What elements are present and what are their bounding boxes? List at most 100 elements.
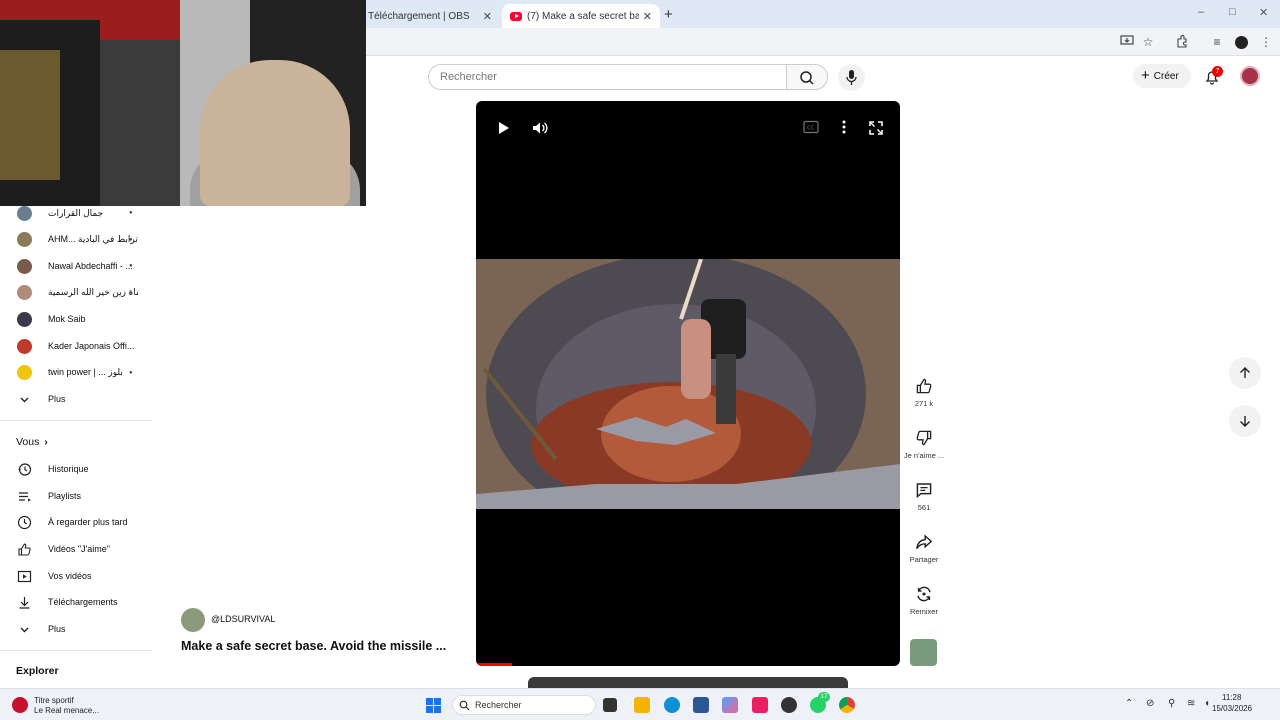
voice-search-button[interactable] — [838, 64, 865, 91]
chrome-icon[interactable] — [839, 697, 855, 713]
thumb-up-icon — [18, 542, 31, 556]
edge-icon[interactable] — [664, 697, 680, 713]
sidebar-section-you[interactable]: Vous › — [16, 436, 48, 448]
sidebar-item-subscription[interactable]: قناة زين خير الله الرسمية ● — [0, 280, 152, 306]
volume-icon[interactable] — [531, 119, 549, 137]
comment-icon — [916, 483, 932, 499]
shorts-player[interactable]: CC — [476, 101, 900, 666]
progress-bar[interactable] — [476, 663, 513, 666]
new-tab-button[interactable]: + — [664, 6, 673, 23]
sidebar-item-watch-later[interactable]: À regarder plus tard — [0, 509, 152, 535]
fullscreen-icon[interactable] — [868, 120, 884, 136]
install-icon[interactable] — [1119, 34, 1135, 50]
like-action: 271 k — [902, 368, 946, 408]
close-icon[interactable]: ✕ — [643, 10, 652, 23]
microphone-icon[interactable]: ⚲ — [1168, 698, 1175, 709]
remix-label: Remixer — [910, 607, 938, 616]
thumb-down-icon — [916, 430, 932, 446]
sidebar-item-label: AHM... ترابط في البادية — [48, 234, 138, 245]
sidebar-item-more-you[interactable]: Plus — [0, 616, 152, 642]
sidebar-item-history[interactable]: Historique — [0, 456, 152, 482]
sidebar-item-playlists[interactable]: Playlists — [0, 483, 152, 509]
live-dot-icon: ● — [129, 236, 133, 243]
star-icon[interactable]: ☆ — [1140, 34, 1156, 50]
search-icon — [459, 700, 470, 711]
profile-icon[interactable] — [1235, 36, 1248, 49]
capcut-icon[interactable] — [752, 697, 768, 713]
channel-handle[interactable]: @LDSURVIVAL — [211, 614, 275, 624]
search-input[interactable]: Rechercher — [428, 64, 786, 90]
file-explorer-icon[interactable] — [634, 697, 650, 713]
sidebar-item-liked-videos[interactable]: Vidéos "J'aime" — [0, 536, 152, 562]
news-widget[interactable]: Titre sportif Le Real menace... — [10, 694, 130, 718]
sidebar-item-label: Nawal Abdechaffi - ... — [48, 261, 133, 272]
close-icon[interactable]: ✕ — [483, 10, 492, 23]
remix-action: Remixer — [902, 576, 946, 616]
media-controls-icon[interactable]: ≡ — [1209, 34, 1225, 50]
video-title[interactable]: Make a safe secret base. Avoid the missi… — [181, 639, 471, 653]
thumb-up-icon — [916, 378, 932, 394]
share-label: Partager — [909, 555, 939, 564]
sidebar-item-your-videos[interactable]: Vos vidéos — [0, 563, 152, 589]
webcam-overlay — [0, 0, 366, 206]
sidebar-item-label: جمال القرارات — [48, 207, 104, 218]
speaker-icon[interactable]: ◖ — [1204, 698, 1210, 709]
news-title: Titre sportif — [34, 696, 74, 705]
sidebar-item-subscription[interactable]: twin power | ... بلوز ● — [0, 360, 152, 386]
live-dot-icon: ● — [129, 289, 133, 296]
search-button[interactable] — [786, 64, 828, 90]
wifi-icon[interactable]: ≋ — [1187, 698, 1195, 709]
tab-title: (7) Make a safe secret base. Avoid — [527, 10, 639, 22]
sidebar-item-label: Vidéos "J'aime" — [48, 544, 110, 554]
sidebar-item-subscription[interactable]: Kader Japonais Offi... — [0, 333, 152, 359]
next-short-button[interactable] — [1229, 405, 1261, 437]
taskbar-date[interactable]: 15/03/2026 — [1212, 704, 1252, 713]
play-icon[interactable] — [494, 119, 512, 137]
store-icon[interactable] — [693, 697, 709, 713]
sound-thumbnail[interactable] — [910, 639, 937, 666]
chevron-down-icon — [20, 627, 29, 632]
taskbar-time[interactable]: 11:28 — [1222, 693, 1241, 702]
minimize-button[interactable]: – — [1198, 6, 1204, 18]
maximize-button[interactable]: □ — [1229, 6, 1236, 18]
video-icon — [17, 570, 32, 582]
comment-count: 561 — [917, 503, 931, 512]
tab-youtube[interactable]: (7) Make a safe secret base. Avoid ✕ — [502, 4, 660, 28]
section-title: Vous — [16, 436, 40, 448]
account-avatar[interactable] — [1240, 66, 1260, 86]
history-icon — [18, 462, 32, 476]
channel-avatar[interactable] — [181, 608, 205, 632]
sidebar-item-more-subscriptions[interactable]: Plus — [0, 386, 152, 412]
chevron-up-icon[interactable]: ⌃ — [1125, 698, 1133, 709]
sidebar-item-subscription[interactable]: Mok Saib — [0, 306, 152, 332]
chevron-right-icon: › — [44, 436, 48, 448]
windows-start-icon[interactable] — [426, 698, 441, 713]
sidebar-item-subscription[interactable]: Nawal Abdechaffi - ... ● — [0, 253, 152, 279]
sidebar-item-downloads[interactable]: Téléchargements — [0, 589, 152, 615]
taskbar: Titre sportif Le Real menace... Recherch… — [0, 688, 1280, 720]
sidebar-item-label: À regarder plus tard — [48, 517, 128, 527]
more-options-icon[interactable] — [838, 119, 850, 135]
create-button[interactable]: + Créer — [1133, 64, 1191, 88]
menu-icon[interactable]: ⋮ — [1258, 34, 1274, 50]
taskbar-search-placeholder: Rechercher — [475, 700, 522, 710]
share-icon — [916, 534, 933, 549]
extensions-icon[interactable] — [1174, 34, 1190, 50]
obs-icon[interactable] — [781, 697, 797, 713]
channel-avatar — [17, 205, 32, 221]
task-view-icon[interactable] — [603, 698, 617, 712]
close-window-button[interactable]: ✕ — [1259, 6, 1268, 19]
channel-avatar — [17, 311, 32, 327]
taskbar-search-input[interactable]: Rechercher — [452, 695, 596, 715]
create-label: Créer — [1153, 70, 1179, 82]
plus-icon: + — [1141, 67, 1150, 84]
sidebar-item-label: Plus — [48, 394, 66, 404]
tab-obs[interactable]: Téléchargement | OBS ✕ — [360, 4, 500, 28]
copilot-icon[interactable] — [722, 697, 738, 713]
sidebar-item-subscription[interactable]: AHM... ترابط في البادية ● — [0, 227, 152, 253]
playlist-icon — [19, 491, 31, 501]
previous-short-button[interactable] — [1229, 357, 1261, 389]
network-off-icon[interactable]: ⊘ — [1146, 698, 1154, 709]
captions-icon[interactable]: CC — [803, 120, 819, 134]
notification-badge: 7 — [1212, 66, 1223, 77]
